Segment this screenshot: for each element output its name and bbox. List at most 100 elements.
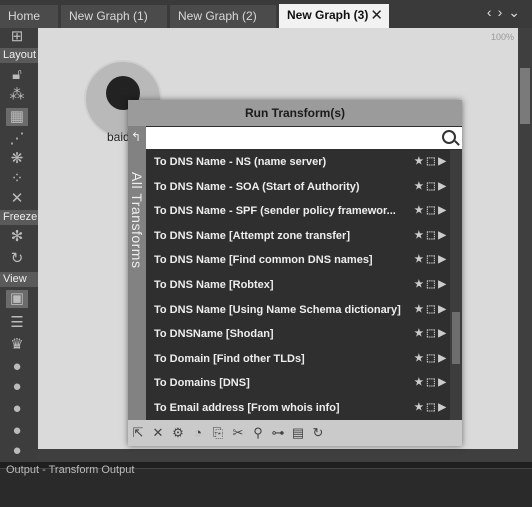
back-arrow-icon[interactable]: ↰ (131, 130, 141, 144)
star-icon[interactable]: ★ (414, 230, 423, 241)
settings-icon[interactable]: ⬚ (426, 156, 435, 167)
transform-search-input[interactable] (146, 127, 462, 149)
copy-icon[interactable]: ⎘ (208, 420, 228, 446)
transform-item[interactable]: To DNS Name - SOA (Start of Authority) ★ … (146, 174, 450, 200)
tab-new-graph-1[interactable]: New Graph (1) (61, 5, 167, 28)
search-icon[interactable] (442, 130, 456, 144)
run-icon[interactable]: ▶ (438, 279, 446, 290)
graph-toolbar: ⊞ Layout 🔓︎ ⁂ ▦ ⋰ ❋ ⁘ ✕ Freeze ✻ ↻ View … (0, 28, 38, 462)
layout-tree-icon[interactable]: ⋰ (6, 130, 28, 148)
star-icon[interactable]: ★ (414, 279, 423, 290)
chevron-right-icon[interactable]: › (498, 4, 509, 20)
settings-icon[interactable]: ⬚ (426, 328, 435, 339)
view-main-icon[interactable]: ▣ (6, 290, 28, 308)
view-list-icon[interactable]: ☰ (6, 314, 28, 332)
transform-list-scrollbar[interactable] (450, 150, 462, 420)
panel-title: Run Transform(s) (128, 100, 462, 126)
chevron-left-icon[interactable]: ‹ (487, 4, 498, 20)
link-icon[interactable]: ⊶ (268, 420, 288, 446)
run-icon[interactable]: ▶ (438, 156, 446, 167)
run-icon[interactable]: ▶ (438, 304, 446, 315)
star-icon[interactable]: ★ (414, 377, 423, 388)
canvas-horizontal-scrollbar[interactable] (38, 449, 518, 462)
transform-item[interactable]: To Domains [DNS] ★ ⬚ ▶ (146, 371, 450, 396)
transform-item[interactable]: To DNS Name - NS (name server) ★ ⬚ ▶ (146, 150, 450, 175)
transform-label: To Domains [DNS] (154, 377, 250, 390)
tab-new-graph-2[interactable]: New Graph (2) (170, 5, 276, 28)
fit-view-icon[interactable]: ⊞ (6, 28, 28, 46)
output-panel: Output - Transform Output (0, 464, 532, 507)
transform-item[interactable]: To DNS Name [Using Name Schema dictionar… (146, 297, 450, 323)
run-icon[interactable]: ▶ (438, 353, 446, 364)
transform-item[interactable]: To DNS Name [Attempt zone transfer] ★ ⬚ ▶ (146, 223, 450, 249)
run-icon[interactable]: ▶ (438, 377, 446, 388)
layout-circular-icon[interactable]: ❋ (6, 150, 28, 168)
run-icon[interactable]: ▶ (438, 254, 446, 265)
view-bubble-3-icon[interactable]: ● (6, 400, 28, 418)
export-icon[interactable]: ⇱ (128, 420, 148, 446)
view-bubble-5-icon[interactable]: ● (6, 442, 28, 460)
layout-hierarchical-icon[interactable]: ⁂ (6, 86, 28, 104)
freeze-icon[interactable]: ✻ (6, 228, 28, 246)
transform-icon[interactable]: ⚙ (168, 420, 188, 446)
transform-actions: ★ ⬚ ▶ (412, 297, 446, 322)
scrollbar-thumb[interactable] (520, 68, 530, 124)
run-icon[interactable]: ▶ (438, 402, 446, 413)
run-icon[interactable]: ▶ (438, 328, 446, 339)
chevron-down-icon[interactable]: ⌄ (508, 4, 526, 20)
refresh-icon[interactable]: ↻ (6, 250, 28, 268)
cut-icon[interactable]: ✂ (228, 420, 248, 446)
settings-icon[interactable]: ⬚ (426, 254, 435, 265)
transform-item[interactable]: To Domain [Find other TLDs] ★ ⬚ ▶ (146, 346, 450, 372)
attach-icon[interactable]: ⚲ (248, 420, 268, 446)
settings-icon[interactable]: ⬚ (426, 279, 435, 290)
view-bubble-1-icon[interactable]: ● (6, 358, 28, 376)
bubble-icon[interactable]: ◔ (188, 420, 208, 446)
tab-new-graph-3[interactable]: New Graph (3) ✕ (279, 4, 389, 28)
settings-icon[interactable]: ⬚ (426, 377, 435, 388)
view-bubble-4-icon[interactable]: ● (6, 422, 28, 440)
star-icon[interactable]: ★ (414, 304, 423, 315)
delete-icon[interactable]: ✕ (148, 420, 168, 446)
transform-actions: ★ ⬚ ▶ (412, 150, 446, 174)
lock-icon[interactable]: 🔓︎ (6, 66, 28, 84)
close-icon[interactable]: ✕ (370, 4, 383, 27)
transform-item[interactable]: To Email address [From whois info] ★ ⬚ ▶ (146, 396, 450, 421)
run-icon[interactable]: ▶ (438, 205, 446, 216)
transform-item[interactable]: To DNS Name [Robtex] ★ ⬚ ▶ (146, 273, 450, 298)
node-label: baid (107, 130, 130, 144)
settings-icon[interactable]: ⬚ (426, 353, 435, 364)
settings-icon[interactable]: ⬚ (426, 304, 435, 315)
star-icon[interactable]: ★ (414, 353, 423, 364)
star-icon[interactable]: ★ (414, 402, 423, 413)
star-icon[interactable]: ★ (414, 156, 423, 167)
star-icon[interactable]: ★ (414, 205, 423, 216)
settings-icon[interactable]: ⬚ (426, 205, 435, 216)
note-icon[interactable]: ▤ (288, 420, 308, 446)
view-crown-icon[interactable]: ♛ (6, 336, 28, 354)
refresh-icon[interactable]: ↻ (308, 420, 328, 446)
all-transforms-tab[interactable]: ↰ All Transforms (128, 126, 146, 420)
transform-label: To DNS Name - SOA (Start of Authority) (154, 180, 360, 193)
transform-label: To DNS Name [Find common DNS names] (154, 254, 373, 267)
view-bubble-2-icon[interactable]: ● (6, 378, 28, 396)
layout-organic-icon[interactable]: ⁘ (6, 170, 28, 188)
layout-interactive-icon[interactable]: ✕ (6, 190, 28, 208)
transform-item[interactable]: To DNSName [Shodan] ★ ⬚ ▶ (146, 322, 450, 347)
transform-item[interactable]: To DNS Name - SPF (sender policy framewo… (146, 199, 450, 224)
run-icon[interactable]: ▶ (438, 181, 446, 192)
settings-icon[interactable]: ⬚ (426, 181, 435, 192)
scrollbar-thumb[interactable] (452, 312, 460, 364)
star-icon[interactable]: ★ (414, 328, 423, 339)
run-icon[interactable]: ▶ (438, 230, 446, 241)
canvas-vertical-scrollbar[interactable] (518, 28, 532, 462)
transform-list: To DNS Name - NS (name server) ★ ⬚ ▶ To D… (146, 150, 450, 420)
tab-home[interactable]: Home (0, 5, 58, 28)
settings-icon[interactable]: ⬚ (426, 230, 435, 241)
star-icon[interactable]: ★ (414, 181, 423, 192)
layout-block-icon[interactable]: ▦ (6, 108, 28, 126)
settings-icon[interactable]: ⬚ (426, 402, 435, 413)
star-icon[interactable]: ★ (414, 254, 423, 265)
output-title: Output - Transform Output (6, 464, 135, 476)
transform-item[interactable]: To DNS Name [Find common DNS names] ★ ⬚ ▶ (146, 248, 450, 273)
